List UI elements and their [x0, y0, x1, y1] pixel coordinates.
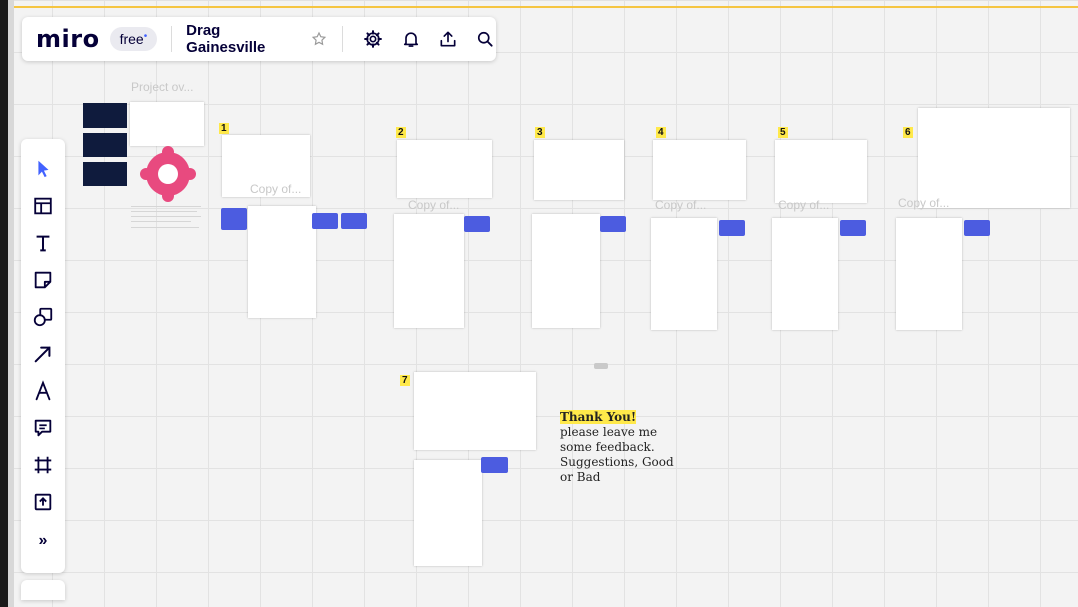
board-top-border	[0, 6, 1078, 8]
frame-number: 6	[903, 127, 913, 138]
frame-number: 5	[778, 127, 788, 138]
shapes-icon[interactable]	[29, 303, 57, 331]
sticky-note[interactable]	[840, 220, 866, 236]
text-line	[131, 206, 201, 207]
sticky-note[interactable]	[481, 457, 508, 473]
palette-card[interactable]	[394, 214, 464, 328]
sticky-note[interactable]	[964, 220, 990, 236]
overview-card[interactable]	[130, 102, 204, 146]
top-toolbar: miro free• Drag Gainesville	[22, 17, 496, 61]
sticky-note[interactable]	[719, 220, 745, 236]
frame-4-card[interactable]	[653, 140, 746, 200]
palette-card[interactable]	[248, 206, 316, 318]
board-title[interactable]: Drag Gainesville	[186, 22, 300, 56]
slide-thumbnail[interactable]	[83, 133, 127, 157]
frame-number: 4	[656, 127, 666, 138]
sticky-note[interactable]	[312, 213, 338, 229]
sticky-note[interactable]	[600, 216, 626, 232]
tools-panel: »	[21, 139, 65, 573]
frame-3-card[interactable]	[534, 140, 624, 200]
frame-7-card[interactable]	[414, 372, 536, 450]
sticky-note[interactable]	[341, 213, 367, 229]
scroll-handle[interactable]	[594, 363, 608, 369]
settings-icon[interactable]	[363, 28, 384, 50]
frame-number: 3	[535, 127, 545, 138]
frame-label-copy: Copy of...	[778, 198, 830, 212]
thank-you-body: please leave me some feedback. Suggestio…	[560, 425, 674, 484]
text-icon[interactable]	[29, 229, 57, 257]
slide-thumbnail[interactable]	[83, 162, 127, 186]
plan-label: free	[119, 31, 144, 47]
text-line	[131, 227, 199, 228]
frame-label-copy: Copy of...	[898, 196, 950, 210]
frame-label-copy: Copy of...	[655, 198, 707, 212]
frame-label-overview: Project ov...	[131, 80, 194, 94]
pen-icon[interactable]	[29, 377, 57, 405]
comment-icon[interactable]	[29, 414, 57, 442]
thank-you-note[interactable]: Thank You! please leave me some feedback…	[560, 410, 680, 485]
text-line	[131, 221, 191, 222]
frame-5-card[interactable]	[775, 140, 867, 203]
sticky-note[interactable]	[221, 208, 247, 230]
frame-6-logo-card[interactable]	[918, 108, 1070, 208]
palette-card[interactable]	[896, 218, 962, 330]
search-icon[interactable]	[475, 28, 496, 50]
text-line	[131, 216, 201, 217]
plan-dot: •	[143, 31, 148, 42]
palette-card[interactable]	[772, 218, 838, 330]
plan-badge[interactable]: free•	[109, 27, 158, 51]
frame-label-copy: Copy of...	[250, 182, 302, 196]
window-edge	[0, 0, 14, 607]
sticky-note[interactable]	[464, 216, 490, 232]
frame-number: 1	[219, 123, 229, 134]
star-icon[interactable]	[308, 28, 329, 50]
pink-flower-diagram[interactable]	[140, 146, 196, 202]
upload-icon[interactable]	[437, 28, 458, 50]
frame-number: 2	[396, 127, 406, 138]
toolbar-divider	[341, 26, 343, 52]
text-line	[131, 211, 197, 212]
tools-panel-bottom[interactable]	[21, 580, 65, 600]
frame-label-copy: Copy of...	[408, 198, 460, 212]
more-tools-icon[interactable]: »	[29, 527, 57, 555]
palette-card[interactable]	[651, 218, 717, 330]
bell-icon[interactable]	[400, 28, 421, 50]
toolbar-divider	[171, 26, 173, 52]
palette-card[interactable]	[532, 214, 600, 328]
sticky-note-icon[interactable]	[29, 266, 57, 294]
slide-thumbnail[interactable]	[83, 103, 127, 128]
palette-card[interactable]	[414, 460, 482, 566]
thank-you-title: Thank You!	[560, 410, 637, 424]
templates-icon[interactable]	[29, 192, 57, 220]
select-tool-icon[interactable]	[29, 155, 57, 183]
upload-icon[interactable]	[29, 488, 57, 516]
frame-2-card[interactable]	[397, 140, 492, 198]
frame-icon[interactable]	[29, 451, 57, 479]
miro-logo[interactable]: miro	[36, 25, 100, 53]
arrow-icon[interactable]	[29, 340, 57, 368]
frame-number: 7	[400, 375, 410, 386]
